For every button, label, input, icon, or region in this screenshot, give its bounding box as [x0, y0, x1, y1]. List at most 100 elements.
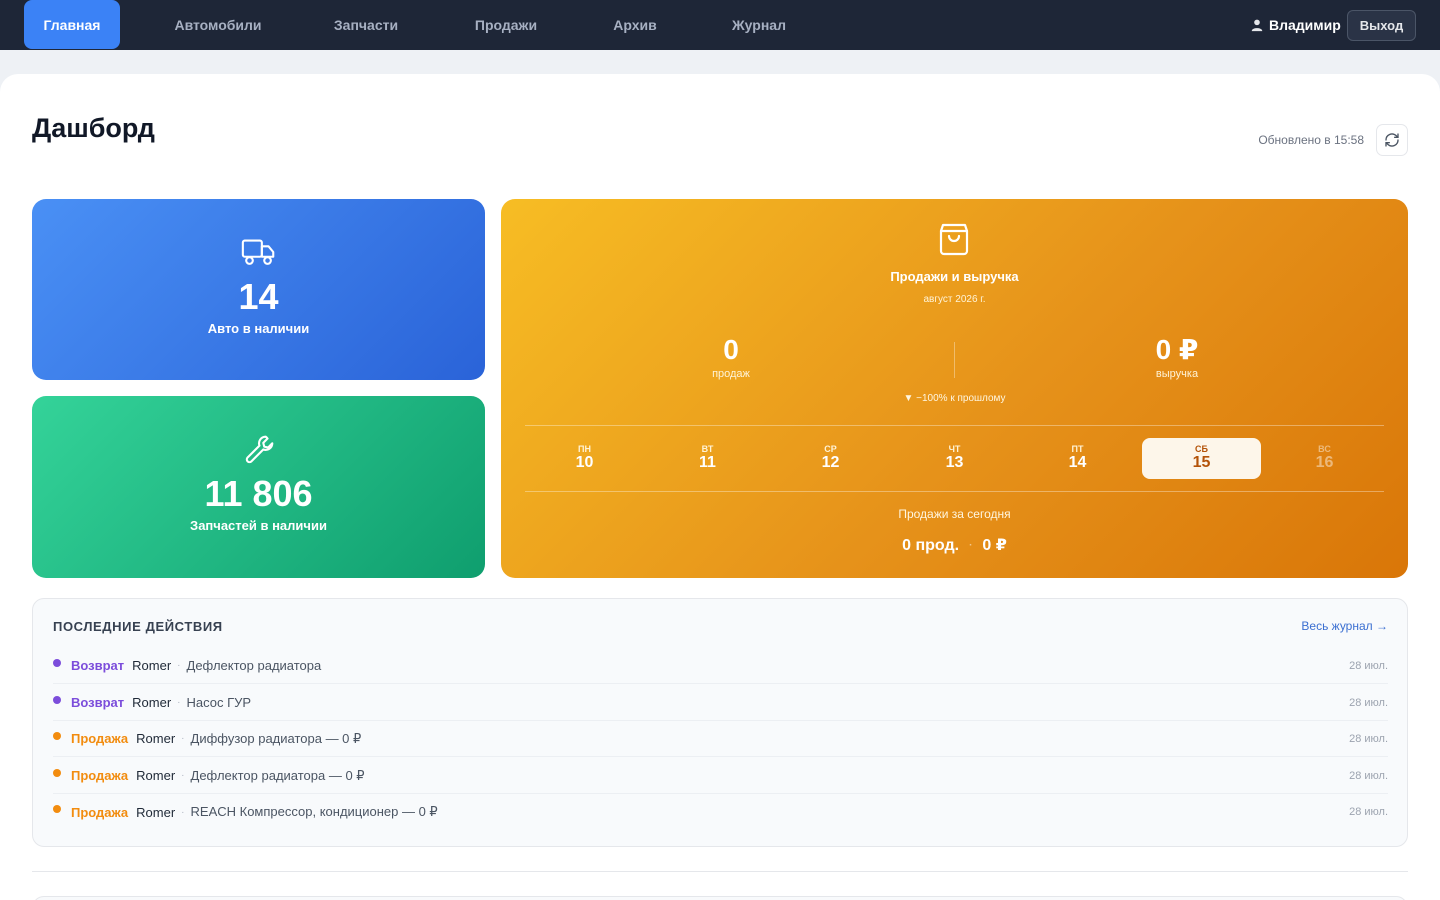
- action-date: 28 июл.: [1349, 696, 1388, 709]
- activity-row[interactable]: Возврат Romer · Насос ГУР 28 июл.: [53, 685, 1388, 721]
- day-number: 11: [699, 454, 716, 471]
- action-type: Возврат: [71, 695, 125, 710]
- refresh-button[interactable]: [1376, 124, 1408, 156]
- day-of-week: ВС: [1318, 444, 1331, 454]
- sales-title: Продажи и выручка: [890, 269, 1019, 284]
- refresh-icon: [1385, 133, 1399, 147]
- action-description: Дефлектор радиатора: [186, 658, 322, 673]
- today-sales-values: 0 прод. · 0 ₽: [501, 535, 1408, 555]
- action-description: Дефлектор радиатора — 0 ₽: [190, 767, 365, 783]
- action-date: 28 июл.: [1349, 769, 1388, 782]
- cars-label: Авто в наличии: [207, 321, 310, 336]
- separator-dot: ·: [177, 697, 181, 708]
- sales-count-label: продаж: [712, 368, 750, 380]
- day-of-week: СБ: [1195, 444, 1208, 454]
- wrench-icon: [245, 435, 273, 464]
- activity-row[interactable]: Продажа Romer · REACH Компрессор, кондицион…: [53, 794, 1388, 830]
- user-icon: [1251, 19, 1263, 32]
- top-navbar: Главная Автомобили Запчасти Продажи Архи…: [0, 0, 1440, 50]
- separator-dot: ·: [181, 806, 185, 818]
- today-sales-title: Продажи за сегодня: [898, 507, 1011, 521]
- action-type: Возврат: [71, 658, 125, 673]
- divider: [525, 425, 1384, 426]
- tab-home[interactable]: Главная: [24, 0, 120, 49]
- day-of-week: ПТ: [1071, 444, 1084, 454]
- parts-count: 11 806: [204, 473, 313, 514]
- tab-sales[interactable]: Продажи: [460, 0, 552, 50]
- tab-archive[interactable]: Архив: [600, 0, 670, 50]
- day-of-week: ПН: [578, 444, 591, 454]
- action-type: Продажа: [71, 731, 129, 746]
- trend-indicator: ▼ −100% к прошлому: [903, 393, 1006, 404]
- day-15[interactable]: СБ 15: [1142, 438, 1261, 479]
- today-revenue: 0 ₽: [982, 537, 1007, 554]
- sales-month: август 2026 г.: [923, 294, 986, 305]
- updated-timestamp: Обновлено в 15:58: [1258, 133, 1364, 147]
- day-number: 16: [1315, 454, 1334, 471]
- user-menu[interactable]: Владимир: [1250, 0, 1341, 50]
- day-10[interactable]: ПН 10: [525, 438, 644, 479]
- action-user: Romer: [132, 658, 172, 673]
- revenue-label: выручка: [1155, 368, 1199, 380]
- truck-icon: [241, 239, 274, 265]
- divider: [525, 491, 1384, 492]
- day-number: 13: [945, 454, 964, 471]
- separator-dot: ·: [181, 770, 185, 781]
- action-description: Диффузор радиатора — 0 ₽: [190, 730, 362, 746]
- status-dot: [53, 731, 61, 740]
- separator-dot: ·: [181, 733, 185, 744]
- tab-journal[interactable]: Журнал: [718, 0, 800, 50]
- user-name: Владимир: [1269, 17, 1341, 33]
- action-description: REACH Компрессор, кондиционер — 0 ₽: [190, 804, 438, 819]
- day-12[interactable]: СР 12: [771, 438, 890, 479]
- cars-in-stock-card[interactable]: 14 Авто в наличии: [32, 199, 485, 380]
- action-user: Romer: [136, 768, 176, 783]
- day-14[interactable]: ПТ 14: [1018, 438, 1137, 479]
- action-description: Насос ГУР: [186, 695, 252, 710]
- day-of-week: ВТ: [701, 444, 714, 454]
- action-date: 28 июл.: [1349, 806, 1388, 818]
- action-date: 28 июл.: [1349, 659, 1388, 672]
- day-number: 10: [575, 454, 594, 471]
- next-panel: [32, 896, 1408, 900]
- status-dot: [53, 768, 61, 777]
- status-dot: [53, 805, 61, 813]
- activity-row[interactable]: Возврат Romer · Дефлектор радиатора 28 июл.: [53, 648, 1388, 684]
- activity-row[interactable]: Продажа Romer · Дефлектор радиатора — 0 ₽ 28…: [53, 758, 1388, 794]
- revenue-value: 0 ₽: [1155, 334, 1199, 365]
- action-user: Romer: [132, 695, 172, 710]
- day-of-week: ЧТ: [948, 444, 961, 454]
- recent-actions-panel: ПОСЛЕДНИЕ ДЕЙСТВИЯ Весь журнал → Возврат…: [32, 598, 1408, 847]
- day-11[interactable]: ВТ 11: [648, 438, 767, 479]
- day-13[interactable]: ЧТ 13: [895, 438, 1014, 479]
- revenue-metric: 0 ₽ выручка: [1077, 334, 1277, 380]
- separator-dot: ·: [969, 540, 973, 552]
- day-of-week: СР: [824, 444, 837, 454]
- full-journal-link[interactable]: Весь журнал →: [1301, 619, 1388, 633]
- tab-cars[interactable]: Автомобили: [160, 0, 276, 50]
- logout-button[interactable]: Выход: [1347, 10, 1416, 41]
- shopping-bag-icon: [939, 223, 969, 256]
- metric-divider: [954, 342, 955, 378]
- divider: [32, 871, 1408, 872]
- tab-parts[interactable]: Запчасти: [320, 0, 412, 50]
- action-user: Romer: [136, 804, 176, 820]
- action-type: Продажа: [71, 804, 129, 820]
- recent-actions-title: ПОСЛЕДНИЕ ДЕЙСТВИЯ: [53, 619, 223, 634]
- day-16[interactable]: ВС 16: [1265, 438, 1384, 479]
- action-user: Romer: [136, 731, 176, 746]
- sales-count-metric: 0 продаж: [631, 334, 831, 380]
- day-number: 12: [821, 454, 840, 471]
- day-number: 14: [1068, 454, 1087, 471]
- separator-dot: ·: [177, 660, 181, 671]
- action-date: 28 июл.: [1349, 732, 1388, 745]
- sales-revenue-card: Продажи и выручка август 2026 г. 0 прода…: [501, 199, 1408, 578]
- parts-in-stock-card[interactable]: 11 806 Запчастей в наличии: [32, 396, 485, 578]
- activity-row[interactable]: Продажа Romer · Диффузор радиатора — 0 ₽ 28 …: [53, 721, 1388, 757]
- cars-count: 14: [238, 276, 279, 317]
- action-type: Продажа: [71, 768, 129, 783]
- status-dot: [53, 658, 61, 667]
- parts-label: Запчастей в наличии: [190, 518, 327, 533]
- sales-count-value: 0: [723, 334, 739, 365]
- today-sales-count: 0 прод.: [902, 537, 960, 554]
